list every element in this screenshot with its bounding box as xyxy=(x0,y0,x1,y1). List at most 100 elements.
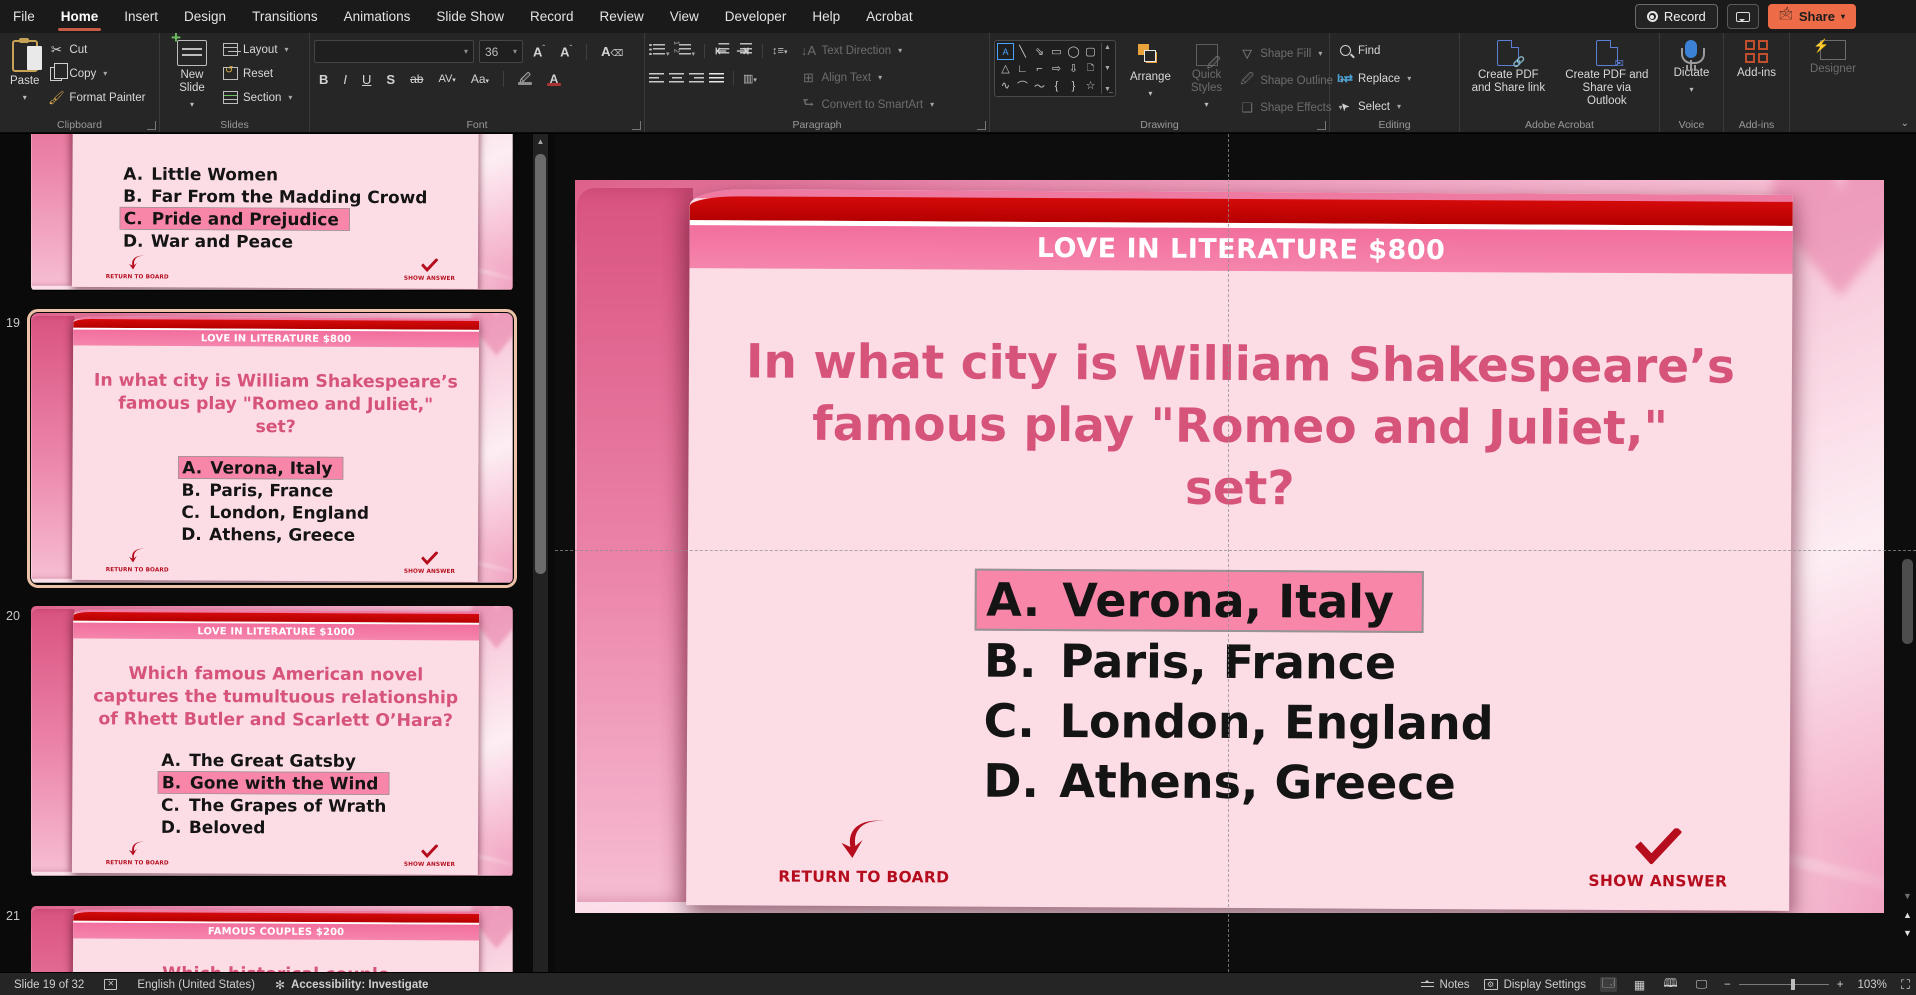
increase-indent-button[interactable]: ⇥ xyxy=(736,41,754,61)
spellcheck-button[interactable]: ✕ xyxy=(104,979,118,990)
language-indicator[interactable]: English (United States) xyxy=(137,979,255,991)
shapes-more[interactable]: ▼̲ xyxy=(1104,86,1111,93)
accessibility-indicator[interactable]: ✻ Accessibility: Investigate xyxy=(275,978,428,992)
font-dialog-launcher[interactable] xyxy=(632,121,641,130)
return-to-board-button[interactable]: RETURN TO BOARD xyxy=(106,547,169,573)
elbow-shape-icon[interactable]: ∟ xyxy=(1014,60,1031,77)
text-direction-button[interactable]: ↓A Text Direction ▾ xyxy=(797,40,937,61)
zoom-in-button[interactable]: + xyxy=(1837,979,1844,991)
layout-button[interactable]: Layout ▾ xyxy=(220,39,295,60)
fit-slide-button[interactable]: ⛶ xyxy=(1901,977,1910,993)
menu-tab-review[interactable]: Review xyxy=(586,0,656,33)
question-text[interactable]: Which famous American novel captures the … xyxy=(89,662,463,732)
menu-tab-transitions[interactable]: Transitions xyxy=(239,0,331,33)
slide-thumbnail-s18[interactable]: ♥♥♥A.Little WomenB.Far From the Madding … xyxy=(31,134,513,291)
align-left-button[interactable] xyxy=(649,71,664,85)
answer-option[interactable]: A. Little Women xyxy=(123,163,278,186)
menu-tab-developer[interactable]: Developer xyxy=(712,0,800,33)
thumbnails-scrollbar-thumb[interactable] xyxy=(535,154,546,574)
reset-button[interactable]: Reset xyxy=(220,63,295,84)
arc-shape-icon[interactable]: ⌒ xyxy=(1014,77,1031,94)
question-text[interactable]: In what city is William Shakespeare’s fam… xyxy=(732,331,1748,522)
record-button[interactable]: Record xyxy=(1634,4,1718,29)
right-brace-shape-icon[interactable]: } xyxy=(1065,77,1082,94)
show-answer-button[interactable]: SHOW ANSWER xyxy=(1588,828,1727,891)
show-answer-button[interactable]: SHOW ANSWER xyxy=(404,844,455,867)
down-arrow-shape-icon[interactable]: ⇩ xyxy=(1065,60,1082,77)
slideshow-view-button[interactable]: 🖵 xyxy=(1693,977,1710,992)
clear-formatting-button[interactable]: A⌫ xyxy=(596,43,628,60)
canvas-scrollbar-thumb[interactable] xyxy=(1902,559,1913,644)
create-pdf-link-button[interactable]: Create PDF and Share link xyxy=(1464,36,1553,116)
share-button[interactable]: 🖄 Share ▾ xyxy=(1767,4,1856,29)
paste-button[interactable]: Paste ▾ xyxy=(4,36,45,116)
new-slide-button[interactable]: New Slide▾ xyxy=(164,31,220,116)
answer-option-highlighted[interactable]: C. Pride and Prejudice xyxy=(119,206,350,231)
next-slide-button[interactable]: ▼ xyxy=(1900,928,1915,938)
drawing-dialog-launcher[interactable] xyxy=(1317,121,1326,130)
numbering-button[interactable]: ▾ xyxy=(673,41,696,61)
question-text[interactable]: Which historical couple xyxy=(89,962,463,972)
shapes-scroll-down[interactable]: ▼ xyxy=(1104,65,1111,72)
menu-tab-slide-show[interactable]: Slide Show xyxy=(423,0,517,33)
answer-option-highlighted[interactable]: B. Gone with the Wind xyxy=(157,770,390,796)
answer-option[interactable]: C. London, England xyxy=(181,501,369,524)
line-shape-icon[interactable]: ╲ xyxy=(1014,43,1031,60)
reading-view-button[interactable]: 🕮 xyxy=(1662,976,1679,992)
vertical-guide[interactable] xyxy=(1228,134,1229,972)
select-button[interactable]: ➤ Select ▾ xyxy=(1334,96,1455,117)
oval-shape-icon[interactable]: ◯ xyxy=(1065,43,1082,60)
menu-tab-view[interactable]: View xyxy=(657,0,712,33)
left-brace-shape-icon[interactable]: { xyxy=(1048,77,1065,94)
display-settings-button[interactable]: ⚙ Display Settings xyxy=(1483,979,1586,991)
dictate-button[interactable]: Dictate ▾ xyxy=(1668,36,1716,116)
slide-thumbnail-21[interactable]: ♥♥♥FAMOUS COUPLES $200Which historical c… xyxy=(31,906,513,972)
grow-font-button[interactable]: Aˆ xyxy=(528,43,550,60)
shapes-scroll-up[interactable]: ▲ xyxy=(1104,44,1111,51)
return-to-board-button[interactable]: RETURN TO BOARD xyxy=(106,840,169,866)
menu-tab-insert[interactable]: Insert xyxy=(111,0,171,33)
menu-tab-file[interactable]: File xyxy=(0,0,48,33)
arrow-shape-icon[interactable]: ⇘ xyxy=(1031,43,1048,60)
slide-sorter-view-button[interactable]: ▦ xyxy=(1631,977,1648,992)
find-button[interactable]: Find xyxy=(1334,40,1455,61)
category-title-band[interactable]: LOVE IN LITERATURE $800 xyxy=(689,225,1793,274)
textbox-shape-icon[interactable]: A xyxy=(997,43,1014,60)
category-title-band[interactable]: LOVE IN LITERATURE $1000 xyxy=(73,622,480,641)
format-painter-button[interactable]: 🖌 Format Painter xyxy=(45,87,148,108)
replace-button[interactable]: b⇄ Replace ▾ xyxy=(1334,68,1455,89)
menu-tab-help[interactable]: Help xyxy=(799,0,853,33)
paragraph-dialog-launcher[interactable] xyxy=(977,121,986,130)
answer-option-highlighted[interactable]: A. Verona, Italy xyxy=(177,456,344,480)
text-shadow-button[interactable]: S xyxy=(381,71,400,88)
canvas-scrollbar[interactable]: ▼ ▲ ▼ xyxy=(1900,134,1915,972)
scroll-up-arrow-icon[interactable]: ▲ xyxy=(533,137,548,146)
designer-button[interactable]: Designer xyxy=(1804,36,1862,116)
flowchart-shape-icon[interactable]: 🗅 xyxy=(1082,60,1099,77)
slide-thumbnail-19[interactable]: ♥♥♥LOVE IN LITERATURE $800In what city i… xyxy=(27,309,517,588)
decrease-indent-button[interactable]: ⇤ xyxy=(714,41,731,61)
zoom-level[interactable]: 103% xyxy=(1857,979,1886,991)
slide-indicator[interactable]: Slide 19 of 32 xyxy=(14,979,84,991)
scribble-shape-icon[interactable]: ∿ xyxy=(997,77,1014,94)
notes-button[interactable]: Notes xyxy=(1420,979,1470,991)
slide-editing-canvas[interactable]: ♥♥♥LOVE IN LITERATURE $800In what city i… xyxy=(555,134,1916,972)
shapes-gallery[interactable]: A ╲ ⇘ ▭ ◯ ▢ △ ∟ ⌐ ⇨ ⇩ 🗅 ∿ ⌒ 〜{} ☆ ▲ ▼ ▼̲ xyxy=(994,40,1116,97)
strikethrough-button[interactable]: ab xyxy=(405,71,428,87)
change-case-button[interactable]: Aa▾ xyxy=(466,71,494,87)
answer-option[interactable]: D. Beloved xyxy=(161,816,266,839)
align-right-button[interactable] xyxy=(689,71,704,85)
category-title-band[interactable]: LOVE IN LITERATURE $800 xyxy=(73,329,480,348)
star-shape-icon[interactable]: ☆ xyxy=(1082,77,1099,94)
menu-tab-record[interactable]: Record xyxy=(517,0,587,33)
thumbnails-scrollbar[interactable]: ▲ xyxy=(533,134,548,972)
italic-button[interactable]: I xyxy=(338,71,352,88)
answer-option[interactable]: D. Athens, Greece xyxy=(181,523,355,546)
answers-list[interactable]: A. Little Women B. Far From the Madding Cro… xyxy=(119,163,428,254)
align-center-button[interactable] xyxy=(669,71,684,85)
quick-styles-button[interactable]: Quick Styles▾ xyxy=(1185,40,1228,111)
menu-tab-design[interactable]: Design xyxy=(171,0,239,33)
previous-slide-button[interactable]: ▲ xyxy=(1900,910,1915,920)
font-name-combobox[interactable]: ▾ xyxy=(314,40,474,63)
answer-option[interactable]: B. Paris, France xyxy=(181,479,333,502)
